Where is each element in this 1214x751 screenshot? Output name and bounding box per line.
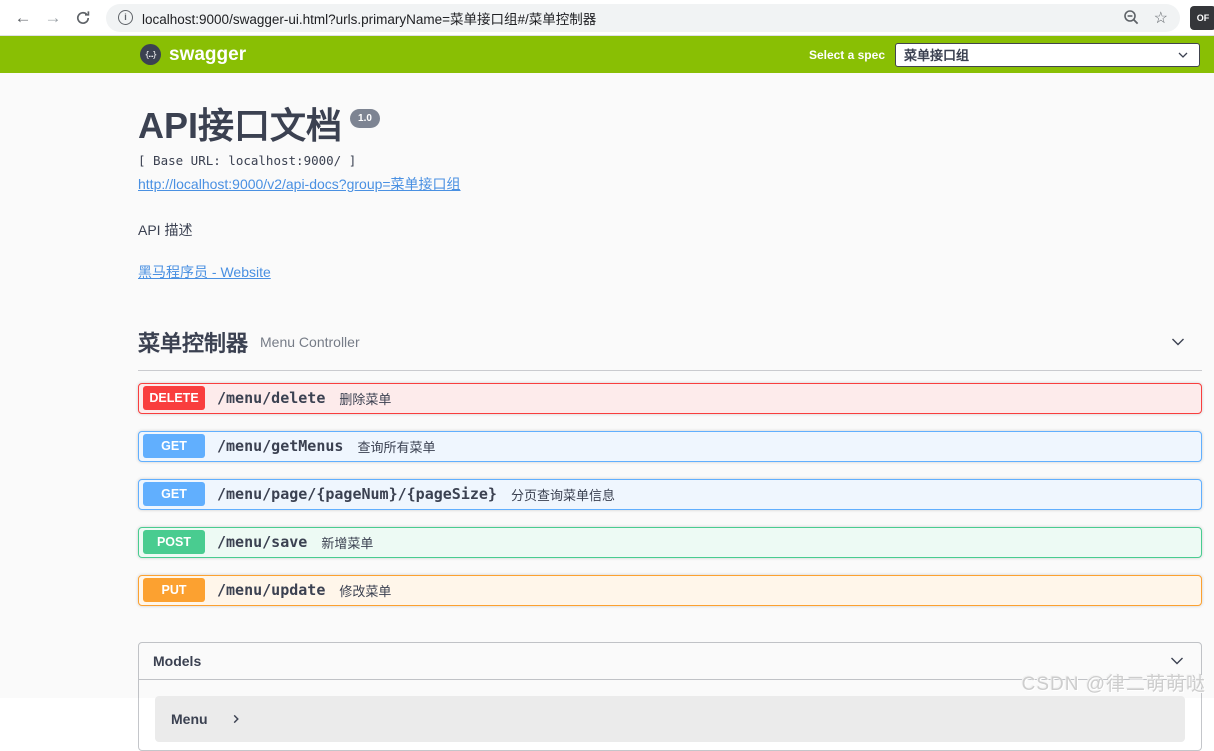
bookmark-star-icon[interactable]: ☆: [1154, 8, 1168, 28]
api-info-section: API接口文档 1.0 [ Base URL: localhost:9000/ …: [138, 73, 1202, 282]
operation-summary: 查询所有菜单: [357, 439, 436, 455]
watermark: CSDN @律二萌萌哒: [1021, 674, 1206, 695]
operation-path: /menu/page/{pageNum}/{pageSize}: [217, 485, 497, 504]
operation-row[interactable]: PUT /menu/update 修改菜单: [138, 574, 1202, 606]
models-section: Models Menu: [138, 641, 1202, 751]
extension-badge[interactable]: OF: [1190, 5, 1214, 30]
spec-select[interactable]: 菜单接口组: [895, 42, 1200, 67]
operation-row[interactable]: POST /menu/save 新增菜单: [138, 526, 1202, 558]
models-title: Models: [153, 652, 202, 669]
method-badge: POST: [143, 530, 205, 555]
operation-summary: 分页查询菜单信息: [510, 487, 615, 503]
operation-row[interactable]: DELETE /menu/delete 删除菜单: [138, 382, 1202, 414]
method-badge: PUT: [143, 578, 205, 603]
url-input[interactable]: localhost:9000/swagger-ui.html?urls.prim…: [142, 8, 1115, 28]
swagger-header: {…} swagger Select a spec 菜单接口组: [0, 36, 1214, 73]
operation-path: /menu/getMenus: [217, 437, 344, 456]
website-link[interactable]: 黑马程序员 - Website: [138, 262, 271, 282]
swagger-logo-text: swagger: [169, 43, 247, 65]
tag-subtitle: Menu Controller: [260, 333, 360, 350]
page-title: API接口文档: [138, 105, 343, 146]
browser-toolbar: ← → i localhost:9000/swagger-ui.html?url…: [0, 0, 1214, 36]
operation-row[interactable]: GET /menu/getMenus 查询所有菜单: [138, 430, 1202, 462]
zoom-indicator-icon[interactable]: [1123, 9, 1140, 26]
method-badge: GET: [143, 434, 205, 459]
select-spec-label: Select a spec: [808, 47, 885, 62]
api-description: API 描述: [138, 221, 193, 238]
operation-row[interactable]: GET /menu/page/{pageNum}/{pageSize} 分页查询…: [138, 478, 1202, 510]
tag-title: 菜单控制器: [138, 330, 249, 356]
chevron-down-icon: [1175, 47, 1191, 63]
back-icon[interactable]: ←: [10, 5, 36, 31]
operation-path: /menu/delete: [217, 389, 326, 408]
operation-summary: 修改菜单: [339, 583, 392, 599]
forward-icon[interactable]: →: [40, 5, 66, 31]
method-badge: GET: [143, 482, 205, 507]
swagger-logo-link[interactable]: {…} swagger: [140, 44, 246, 66]
api-docs-link[interactable]: http://localhost:9000/v2/api-docs?group=…: [138, 174, 461, 194]
spec-select-value: 菜单接口组: [904, 48, 970, 63]
swagger-page: API接口文档 1.0 [ Base URL: localhost:9000/ …: [0, 73, 1214, 751]
chevron-right-icon: [230, 713, 242, 725]
site-info-icon[interactable]: i: [118, 10, 133, 25]
operation-summary: 删除菜单: [339, 391, 392, 407]
model-row[interactable]: Menu: [155, 695, 1185, 742]
operation-path: /menu/save: [217, 533, 308, 552]
method-badge: DELETE: [143, 386, 205, 411]
address-bar[interactable]: i localhost:9000/swagger-ui.html?urls.pr…: [106, 3, 1180, 32]
tag-section: 菜单控制器 Menu Controller DELETE /menu/delet…: [138, 326, 1202, 606]
tag-header[interactable]: 菜单控制器 Menu Controller: [138, 326, 1202, 371]
chevron-down-icon[interactable]: [1168, 332, 1188, 352]
base-url: [ Base URL: localhost:9000/ ]: [138, 152, 357, 168]
swagger-logo-icon: {…}: [140, 44, 161, 65]
version-badge: 1.0: [350, 109, 380, 128]
operation-path: /menu/update: [217, 581, 326, 600]
chevron-down-icon[interactable]: [1167, 651, 1187, 671]
operations-list: DELETE /menu/delete 删除菜单 GET /menu/getMe…: [138, 382, 1202, 606]
refresh-icon[interactable]: [70, 5, 96, 31]
operation-summary: 新增菜单: [321, 535, 374, 551]
model-name: Menu: [171, 710, 208, 727]
